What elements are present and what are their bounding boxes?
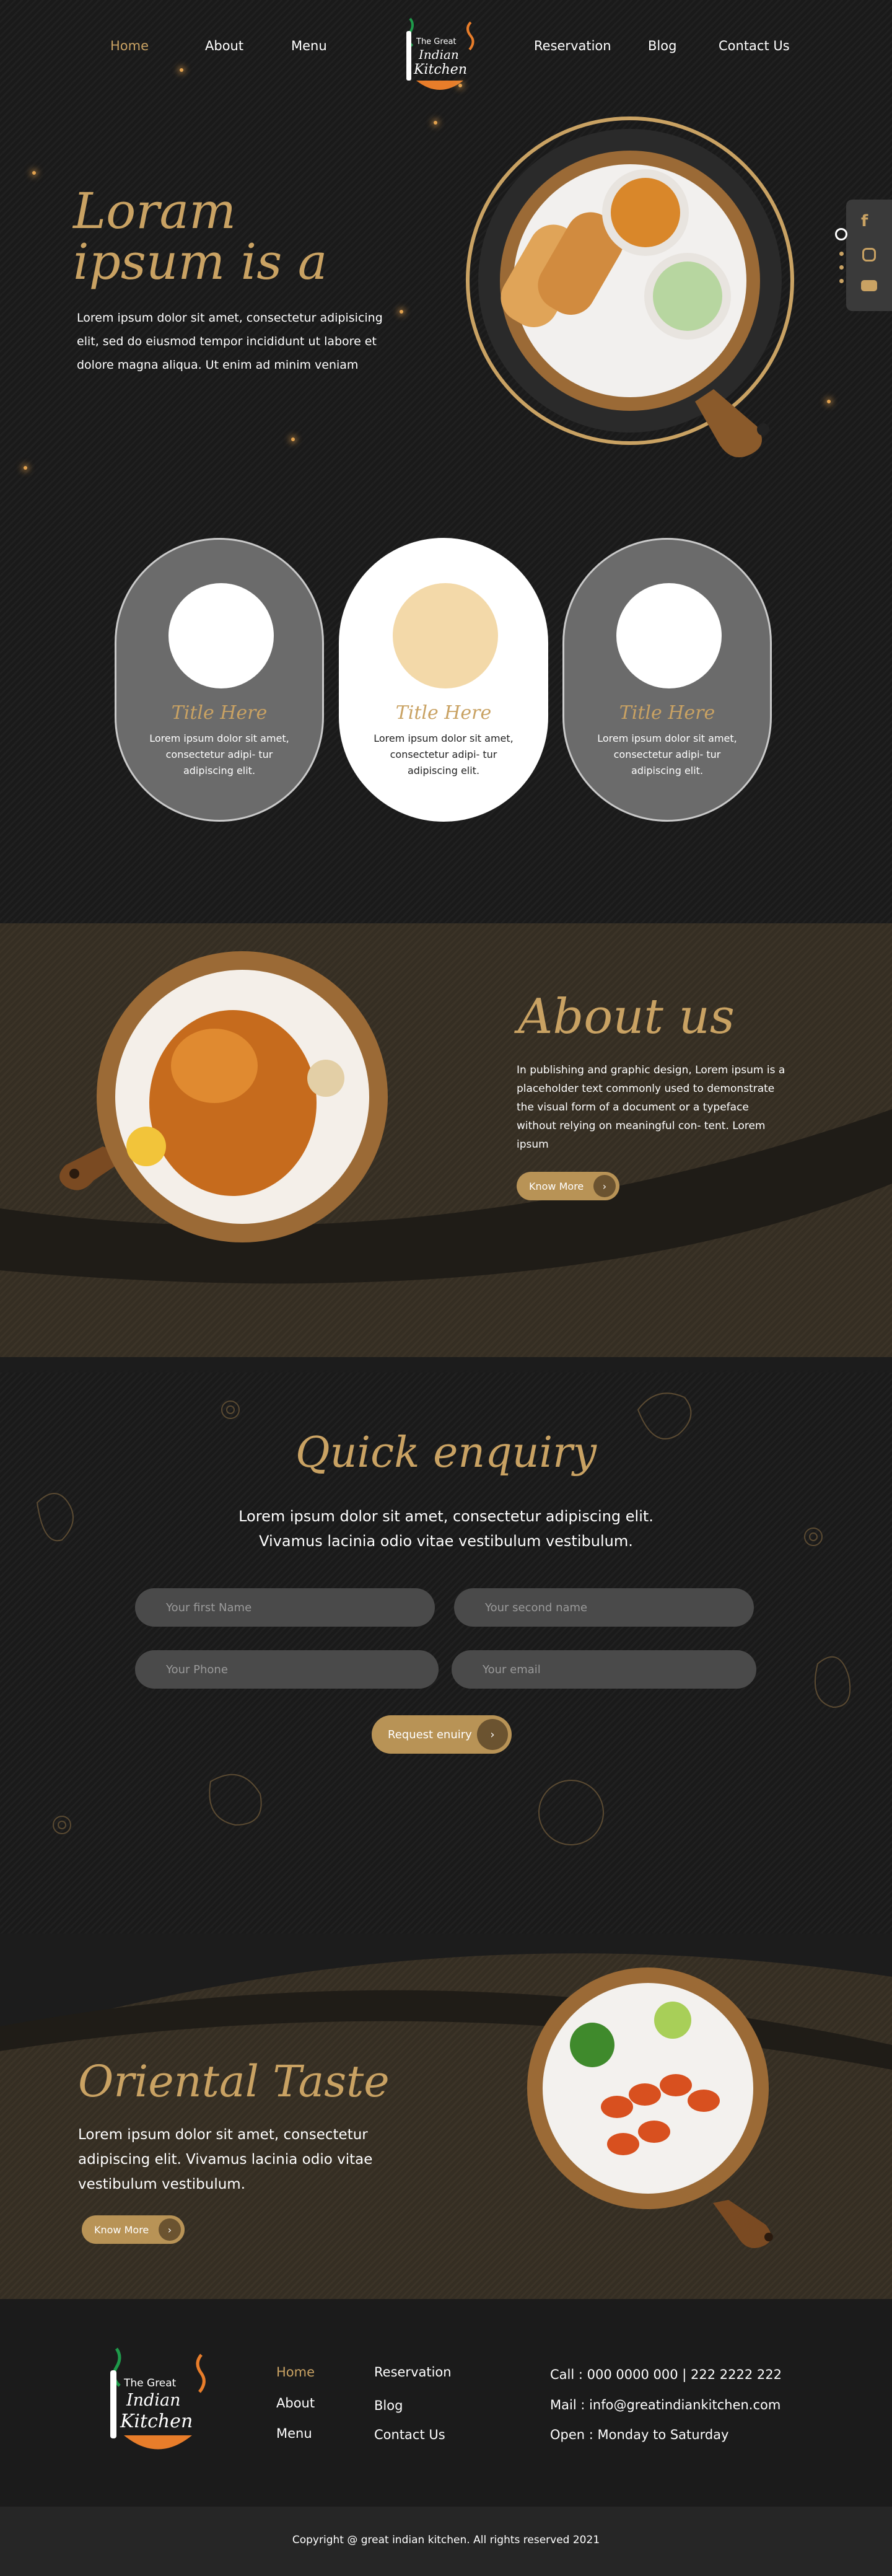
oriental-section: Oriental Taste Lorem ipsum dolor sit ame… [0, 1933, 892, 2299]
oriental-title: Oriental Taste [78, 2056, 390, 2107]
footer-link-reservation[interactable]: Reservation [374, 2365, 452, 2380]
phone-field[interactable] [135, 1650, 439, 1689]
logo-line1: The Great [416, 37, 457, 46]
footer-link-blog[interactable]: Blog [374, 2398, 403, 2413]
first-name-field[interactable] [135, 1588, 435, 1627]
glow-dot [827, 400, 831, 403]
logo-line2: Indian [419, 47, 459, 62]
site-logo[interactable]: The Great Indian Kitchen [403, 12, 477, 96]
card-body: Lorem ipsum dolor sit amet, consectetur … [374, 732, 514, 776]
hero-title-line2: ipsum is a [73, 233, 328, 291]
footer-link-contact-us[interactable]: Contact Us [374, 2427, 445, 2442]
footer-open-hours: Open : Monday to Saturday [550, 2427, 729, 2442]
request-enquiry-button[interactable]: Request enuiry › [372, 1715, 512, 1754]
enquiry-title: Quick enquiry [295, 1428, 597, 1477]
footer-link-menu[interactable]: Menu [276, 2426, 312, 2441]
oriental-body: Lorem ipsum dolor sit amet, consectetur … [78, 2127, 373, 2192]
about-dish-image [59, 948, 431, 1270]
footer-link-about[interactable]: About [276, 2396, 315, 2411]
glow-dot [434, 121, 437, 125]
instagram-icon[interactable] [862, 248, 876, 262]
card-dish-image [616, 583, 722, 688]
card-body: Lorem ipsum dolor sit amet, consectetur … [597, 732, 737, 776]
glow-dot [180, 68, 183, 72]
enquiry-subtitle: Lorem ipsum dolor sit amet, consectetur … [238, 1508, 654, 1550]
youtube-icon[interactable] [861, 280, 877, 291]
nav-home[interactable]: Home [110, 38, 149, 53]
footer-mail[interactable]: Mail : info@greatindiankitchen.com [550, 2398, 780, 2412]
card-dish-image [168, 583, 274, 688]
glow-dot [400, 310, 403, 314]
enquiry-section: Quick enquiry Lorem ipsum dolor sit amet… [0, 1373, 892, 1967]
logo-line2: Indian [126, 2391, 181, 2410]
email-field[interactable] [452, 1650, 756, 1689]
oriental-dish-image [524, 1964, 809, 2249]
about-section: About us In publishing and graphic desig… [0, 923, 892, 1373]
oriental-know-more-button[interactable]: Know More › [82, 2215, 185, 2244]
logo-line1: The Great [124, 2377, 177, 2389]
nav-menu[interactable]: Menu [291, 38, 327, 53]
site-footer: The Great Indian Kitchen Home About Menu… [0, 2299, 892, 2507]
hero-dish-image [466, 116, 794, 457]
chevron-right-icon: › [159, 2218, 181, 2241]
about-title: About us [518, 989, 735, 1045]
hero-body: Lorem ipsum dolor sit amet, consectetur … [77, 311, 383, 372]
card-title: Title Here [619, 702, 715, 724]
slider-dot[interactable] [839, 279, 844, 283]
copyright-bar: Copyright @ great indian kitchen. All ri… [0, 2507, 892, 2576]
slider-dot[interactable] [839, 252, 844, 256]
card-dish-image [393, 583, 498, 688]
about-body: In publishing and graphic design, Lorem … [517, 1064, 785, 1151]
nav-about[interactable]: About [205, 38, 243, 53]
hero-section: Home About Menu Reservation Blog Contact… [0, 0, 892, 923]
nav-reservation[interactable]: Reservation [534, 38, 611, 53]
social-bar: f [846, 200, 892, 311]
slider-dot-active[interactable] [835, 228, 847, 240]
card-title: Title Here [395, 702, 492, 724]
glow-dot [291, 437, 295, 441]
slider-dot[interactable] [839, 265, 844, 270]
footer-link-home[interactable]: Home [276, 2365, 315, 2380]
nav-contact-us[interactable]: Contact Us [719, 38, 790, 53]
feature-card[interactable]: Title Here Lorem ipsum dolor sit amet, c… [115, 538, 324, 822]
logo-line3: Kitchen [120, 2411, 193, 2432]
about-know-more-button[interactable]: Know More › [517, 1172, 619, 1200]
button-label: Know More [94, 2223, 149, 2236]
hero-title-line1: Loram [73, 182, 237, 240]
logo-line3: Kitchen [414, 62, 467, 77]
second-name-field[interactable] [454, 1588, 754, 1627]
feature-card[interactable]: Title Here Lorem ipsum dolor sit amet, c… [562, 538, 772, 822]
footer-logo[interactable]: The Great Indian Kitchen [105, 2342, 211, 2460]
chevron-right-icon: › [477, 1719, 508, 1750]
chevron-right-icon: › [593, 1175, 616, 1197]
button-label: Know More [529, 1180, 584, 1192]
feature-card-active[interactable]: Title Here Lorem ipsum dolor sit amet, c… [339, 538, 548, 822]
footer-call: Call : 000 0000 000 | 222 2222 222 [550, 2367, 782, 2382]
card-title: Title Here [171, 702, 268, 724]
nav-blog[interactable]: Blog [648, 38, 676, 53]
glow-dot [32, 171, 36, 175]
card-body: Lorem ipsum dolor sit amet, consectetur … [149, 732, 289, 776]
glow-dot [24, 466, 27, 470]
glow-dot [458, 84, 462, 87]
hero-title: Loram ipsum is a [73, 186, 327, 288]
button-label: Request enuiry [388, 1728, 472, 1741]
facebook-icon[interactable]: f [861, 212, 868, 231]
copyright-text: Copyright @ great indian kitchen. All ri… [292, 2534, 600, 2546]
